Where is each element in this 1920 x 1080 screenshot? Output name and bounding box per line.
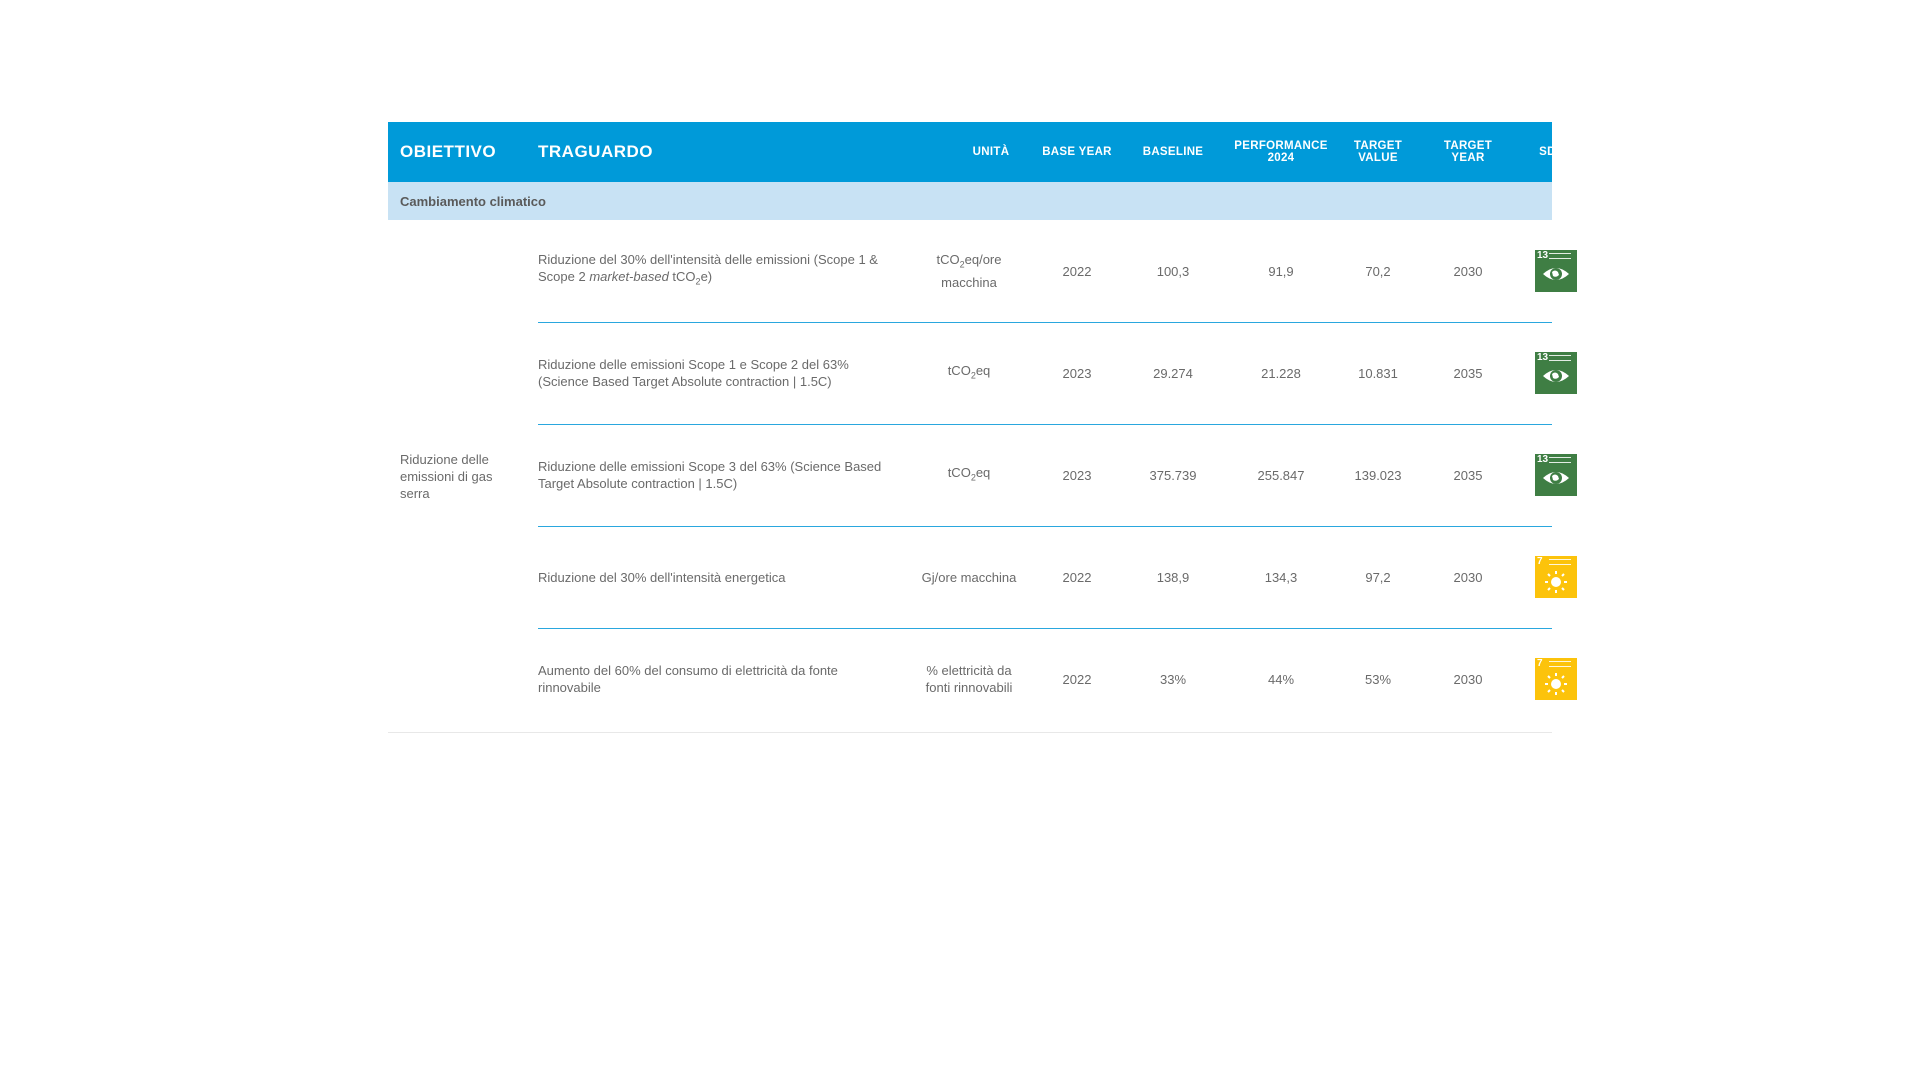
unit-text: tCO2eq bbox=[947, 362, 991, 381]
performance-cell: 21.228 bbox=[1261, 365, 1301, 381]
unit-text: tCO2eq/ore macchina bbox=[936, 252, 1002, 290]
sdg-cell: 13 bbox=[1516, 322, 1596, 424]
baseline-cell: 33% bbox=[1159, 671, 1187, 687]
target-year-cell: 2030 bbox=[1453, 671, 1483, 687]
objectives-table: OBIETTIVO TRAGUARDO UNITÀ BASE YEAR BASE… bbox=[388, 122, 1577, 733]
sdg-7-clean-energy-icon: 7 bbox=[1535, 658, 1577, 700]
unit-cell: Gj/ore macchina bbox=[921, 569, 1017, 585]
target-value-cell: 70,2 bbox=[1365, 263, 1391, 279]
table-row: Riduzione delle emissioni Scope 3 del 63… bbox=[538, 424, 1577, 527]
unit-cell: tCO2eq bbox=[914, 322, 1024, 424]
header-performance-line1: PERFORMANCE bbox=[1234, 139, 1328, 152]
table-row: Riduzione del 30% dell'intensità delle e… bbox=[538, 220, 1577, 323]
table-row: Riduzione delle emissioni Scope 1 e Scop… bbox=[538, 322, 1577, 425]
base-year-cell: 2022 bbox=[1062, 263, 1092, 279]
traguardo-cell: Riduzione del 30% dell'intensità energet… bbox=[538, 569, 786, 585]
table-row: Riduzione del 30% dell'intensità energet… bbox=[538, 526, 1577, 629]
traguardo-cell: Riduzione delle emissioni Scope 3 del 63… bbox=[538, 459, 882, 491]
target-value-cell: 139.023 bbox=[1354, 467, 1402, 483]
header-target-year-line1: TARGET bbox=[1443, 139, 1493, 152]
performance-cell: 255.847 bbox=[1257, 467, 1305, 483]
sdg-cell: 7 bbox=[1516, 628, 1596, 730]
target-value-cell: 97,2 bbox=[1365, 569, 1391, 585]
baseline-cell: 138,9 bbox=[1156, 569, 1190, 585]
header-target-year: TARGET YEAR bbox=[1420, 122, 1516, 182]
base-year-cell: 2022 bbox=[1062, 569, 1092, 585]
sdg-13-climate-action-icon: 13 bbox=[1535, 352, 1577, 394]
target-year-cell: 2030 bbox=[1453, 263, 1483, 279]
header-performance: PERFORMANCE 2024 bbox=[1226, 122, 1336, 182]
traguardo-cell: Riduzione del 30% dell'intensità delle e… bbox=[538, 220, 888, 322]
header-unita: UNITÀ bbox=[972, 145, 1010, 158]
target-year-cell: 2035 bbox=[1453, 365, 1483, 381]
unit-cell: % elettricità da fonti rinnovabili bbox=[925, 663, 1013, 695]
performance-cell: 91,9 bbox=[1268, 263, 1294, 279]
sdg-13-climate-action-icon: 13 bbox=[1535, 250, 1577, 292]
table-row: Aumento del 60% del consumo di elettrici… bbox=[538, 628, 1577, 730]
table-header: OBIETTIVO TRAGUARDO UNITÀ BASE YEAR BASE… bbox=[388, 122, 1573, 182]
target-year-cell: 2030 bbox=[1453, 569, 1483, 585]
base-year-cell: 2023 bbox=[1062, 365, 1092, 381]
header-target-value-line2: VALUE bbox=[1358, 152, 1398, 164]
header-base-year: BASE YEAR bbox=[1042, 145, 1112, 158]
performance-cell: 44% bbox=[1267, 671, 1295, 687]
table-body: Riduzione delle emissioni di gas serra R… bbox=[388, 220, 1577, 733]
objective-cell: Riduzione delle emissioni di gas serra bbox=[400, 451, 493, 501]
baseline-cell: 375.739 bbox=[1149, 467, 1197, 483]
header-target-year-line2: YEAR bbox=[1451, 152, 1485, 164]
sdg-13-climate-action-icon: 13 bbox=[1535, 454, 1577, 496]
header-traguardo: TRAGUARDO bbox=[538, 142, 653, 162]
base-year-cell: 2023 bbox=[1062, 467, 1092, 483]
unit-cell: tCO2eq/ore macchina bbox=[914, 220, 1024, 322]
target-value-cell: 10.831 bbox=[1358, 365, 1398, 381]
unit-text: tCO2eq bbox=[947, 464, 991, 483]
header-obiettivo: OBIETTIVO bbox=[400, 142, 497, 162]
traguardo-cell: Aumento del 60% del consumo di elettrici… bbox=[538, 663, 838, 695]
traguardo-text: Riduzione del 30% dell'intensità delle e… bbox=[538, 252, 878, 287]
base-year-cell: 2022 bbox=[1062, 671, 1092, 687]
baseline-cell: 29.274 bbox=[1153, 365, 1193, 381]
sdg-cell: 13 bbox=[1516, 424, 1596, 526]
sdg-7-clean-energy-icon: 7 bbox=[1535, 556, 1577, 598]
target-year-cell: 2035 bbox=[1453, 467, 1483, 483]
performance-cell: 134,3 bbox=[1264, 569, 1298, 585]
traguardo-cell: Riduzione delle emissioni Scope 1 e Scop… bbox=[538, 357, 849, 389]
baseline-cell: 100,3 bbox=[1156, 263, 1190, 279]
section-cambiamento-climatico: Cambiamento climatico bbox=[388, 182, 1552, 220]
header-target-value: TARGET VALUE bbox=[1336, 122, 1420, 182]
header-baseline: BASELINE bbox=[1142, 145, 1204, 158]
unit-cell: tCO2eq bbox=[914, 424, 1024, 526]
header-sdgs: SDGS bbox=[1539, 145, 1573, 158]
target-value-cell: 53% bbox=[1364, 671, 1392, 687]
sdg-cell: 7 bbox=[1516, 526, 1596, 628]
header-performance-line2: 2024 bbox=[1267, 152, 1295, 164]
header-target-value-line1: TARGET bbox=[1353, 139, 1403, 152]
sdg-cell: 13 bbox=[1516, 220, 1596, 322]
